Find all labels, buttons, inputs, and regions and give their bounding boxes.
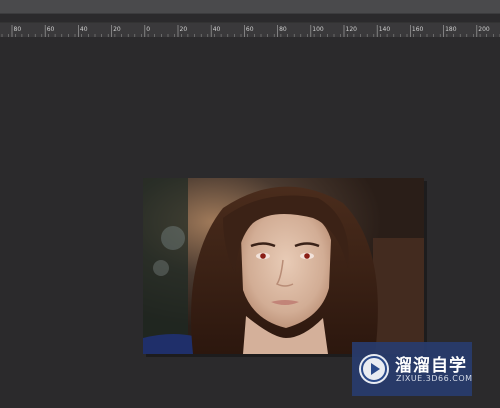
ruler-tick-label: 80: [279, 26, 287, 33]
ruler-tick-label: 80: [14, 26, 22, 33]
horizontal-ruler[interactable]: 80 60 40 20 0 20 40 60 80 100 120 140 160 180 200: [0, 22, 500, 38]
watermark-subtitle: ZIXUE.3D66.COM: [396, 374, 473, 383]
ruler-tick-label: 120: [346, 26, 358, 33]
document-image[interactable]: [143, 178, 424, 354]
application-top-bar: [0, 0, 500, 14]
ruler-tick-label: 40: [213, 26, 221, 33]
ruler-tick-label: 20: [113, 26, 121, 33]
ruler-scale: 80 60 40 20 0 20 40 60 80 100 120 140 160 180 200: [1, 25, 500, 37]
ruler-tick-label: 200: [478, 26, 490, 33]
ruler-tick-label: 140: [379, 26, 391, 33]
portrait-photo: [143, 178, 424, 354]
watermark-badge: 溜溜自学 ZIXUE.3D66.COM: [352, 342, 472, 396]
ruler-tick-label: 160: [412, 26, 424, 33]
ruler-tick-label: 40: [80, 26, 88, 33]
ruler-tick-label: 60: [47, 26, 55, 33]
watermark-title: 溜溜自学: [395, 356, 467, 376]
ruler-tick-label: 60: [246, 26, 254, 33]
ruler-tick-label: 0: [146, 26, 150, 33]
ruler-tick-label: 180: [445, 26, 457, 33]
play-logo-icon: [359, 354, 389, 384]
ruler-tick-label: 20: [180, 26, 188, 33]
ruler-tick-label: 100: [312, 26, 324, 33]
